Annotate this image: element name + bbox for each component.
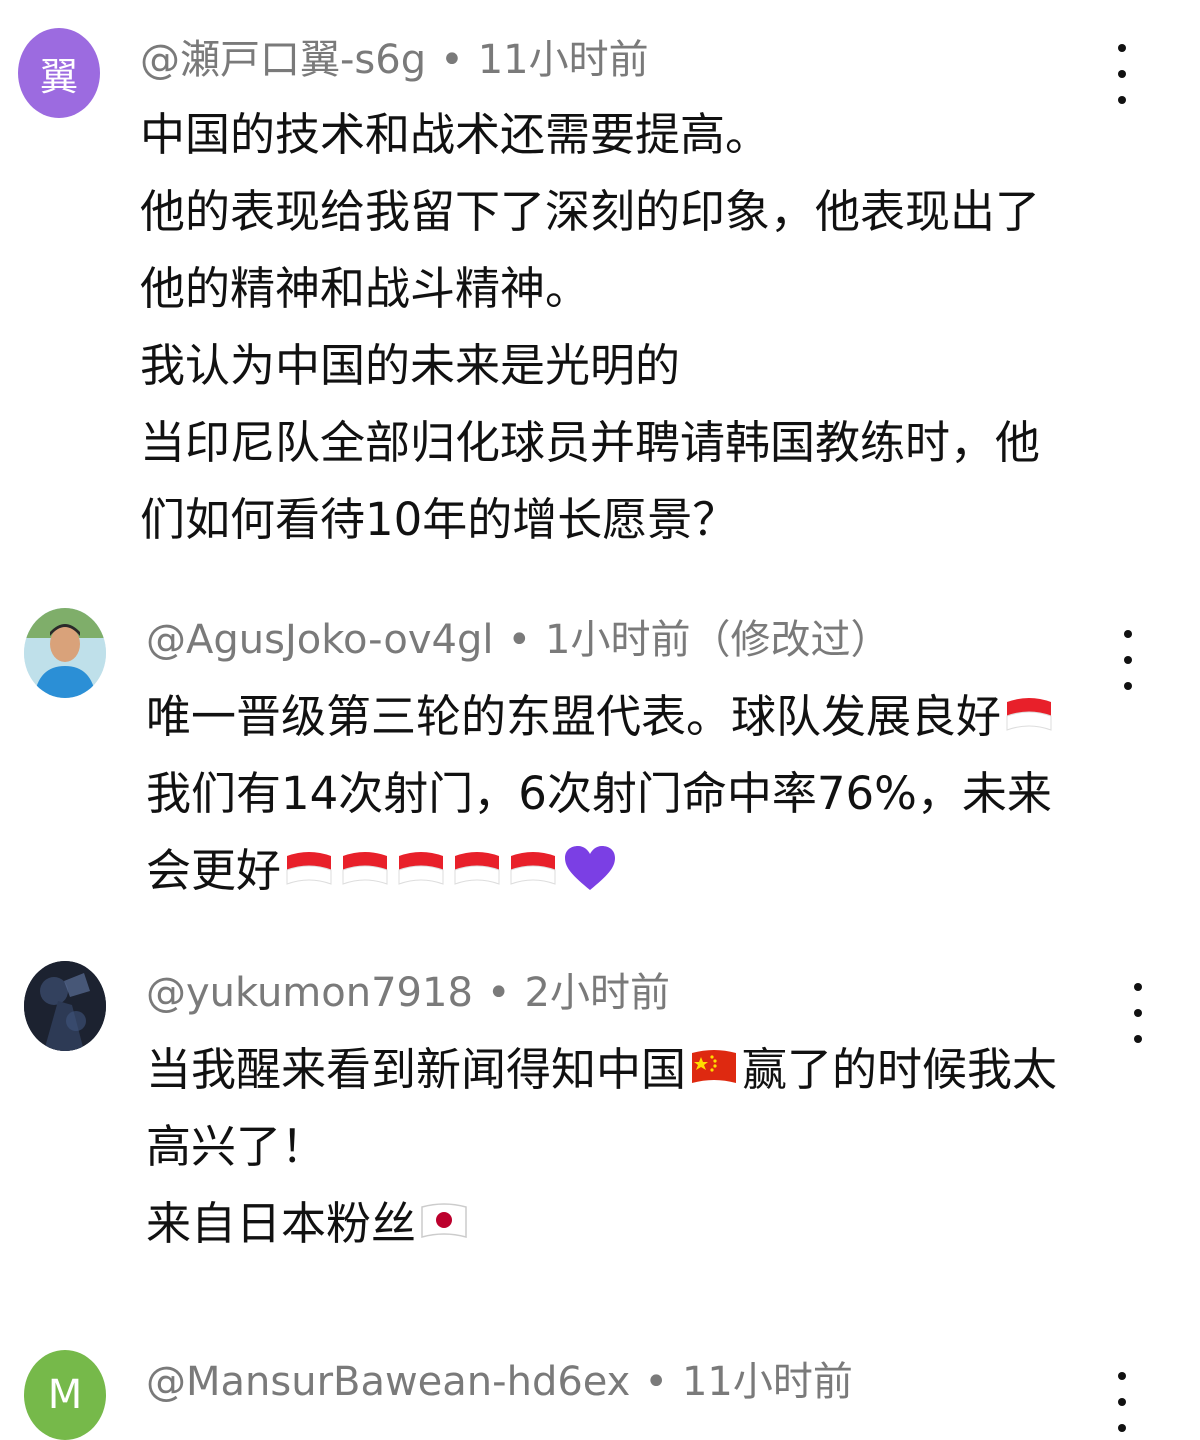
comment-line: 我认为中国的未来是光明的 — [140, 339, 681, 392]
comment-meta: @yukumon7918 • 2小时前 — [146, 965, 670, 1021]
comment-line: 中国的技术和战术还需要提高。 — [140, 108, 771, 161]
username[interactable]: @MansurBawean-hd6ex — [146, 1359, 630, 1405]
indonesia-flag-icon — [1003, 684, 1055, 731]
comment-line-text: 来自日本粉丝 — [146, 1197, 417, 1250]
timestamp: 11小时前 — [681, 1359, 853, 1405]
comment-line: 来自日本粉丝 — [146, 1185, 1057, 1262]
username[interactable]: @瀬戸口翼-s6g — [140, 37, 426, 83]
timestamp: 2小时前 — [524, 970, 670, 1016]
comment-4: M @MansurBawean-hd6ex • 11小时前 — [0, 1340, 1200, 1440]
comment-3: @yukumon7918 • 2小时前 当我醒来看到新闻得知中国 赢了的时候我太 高兴… — [0, 955, 1200, 1285]
comment-line: 他的表现给我留下了深刻的印象，他表现出了 — [140, 185, 1041, 238]
comment-line: 我们有14次射门，6次射门命中率76%，未来 — [146, 767, 1052, 820]
avatar[interactable]: 翼 — [18, 28, 100, 118]
indonesia-flag-icon — [339, 838, 391, 885]
china-flag-icon — [688, 1037, 740, 1083]
timestamp: 1小时前（修改过） — [545, 617, 891, 663]
meta-separator: • — [486, 970, 511, 1016]
user-photo-icon — [24, 608, 106, 698]
more-options-icon[interactable] — [1120, 983, 1156, 1043]
comment-line: 唯一晋级第三轮的东盟代表。球队发展良好 — [146, 678, 1057, 755]
comment-text: 唯一晋级第三轮的东盟代表。球队发展良好 我们有14次射门，6次射门命中率76%，… — [146, 678, 1057, 909]
avatar[interactable] — [24, 608, 106, 698]
meta-separator: • — [440, 37, 464, 83]
comment-line: 当我醒来看到新闻得知中国 赢了的时候我太 — [146, 1031, 1057, 1108]
comment-line-text: 会更好 — [146, 844, 282, 897]
purple-heart-icon — [563, 840, 617, 890]
comment-line: 当印尼队全部归化球员并聘请韩国教练时，他 — [140, 416, 1041, 469]
comment-line-text: 唯一晋级第三轮的东盟代表。球队发展良好 — [146, 690, 1002, 743]
japan-flag-icon — [418, 1191, 470, 1238]
avatar-letter: M — [47, 1372, 83, 1418]
comment-meta: @AgusJoko-ov4gl • 1小时前（修改过） — [146, 612, 891, 668]
username[interactable]: @yukumon7918 — [146, 970, 473, 1016]
comment-text: 中国的技术和战术还需要提高。 他的表现给我留下了深刻的印象，他表现出了 他的精神… — [140, 96, 1040, 558]
comment-line: 他的精神和战斗精神。 — [140, 262, 591, 315]
avatar[interactable]: M — [24, 1350, 106, 1440]
avatar[interactable] — [24, 961, 106, 1051]
more-options-icon[interactable] — [1104, 44, 1140, 104]
indonesia-flag-icon — [451, 838, 503, 885]
comment-1: 翼 @瀬戸口翼-s6g • 11小时前 中国的技术和战术还需要提高。 他的表现给我留… — [0, 0, 1200, 580]
meta-separator: • — [507, 617, 532, 663]
comment-line: 们如何看待10年的增长愿景？ — [140, 493, 738, 546]
indonesia-flag-icon — [283, 838, 335, 885]
indonesia-flag-icon — [507, 838, 559, 885]
comment-meta: @MansurBawean-hd6ex • 11小时前 — [146, 1354, 853, 1410]
indonesia-flag-icon — [395, 838, 447, 885]
comment-line: 高兴了！ — [146, 1120, 327, 1173]
comment-text: 当我醒来看到新闻得知中国 赢了的时候我太 高兴了！ 来自日本粉丝 — [146, 1031, 1057, 1262]
more-options-icon[interactable] — [1110, 630, 1146, 690]
timestamp: 11小时前 — [477, 37, 649, 83]
comment-line: 会更好 — [146, 832, 1057, 909]
comment-2: @AgusJoko-ov4gl • 1小时前（修改过） 唯一晋级第三轮的东盟代表。球… — [0, 600, 1200, 920]
username[interactable]: @AgusJoko-ov4gl — [146, 617, 493, 663]
comment-line-text: 当我醒来看到新闻得知中国 — [146, 1043, 687, 1096]
comment-meta: @瀬戸口翼-s6g • 11小时前 — [140, 32, 649, 88]
comment-line-text: 赢了的时候我太 — [742, 1043, 1058, 1096]
dark-game-character-icon — [24, 961, 106, 1051]
more-options-icon[interactable] — [1104, 1372, 1140, 1432]
avatar-letter: 翼 — [39, 54, 78, 99]
meta-separator: • — [644, 1359, 668, 1405]
